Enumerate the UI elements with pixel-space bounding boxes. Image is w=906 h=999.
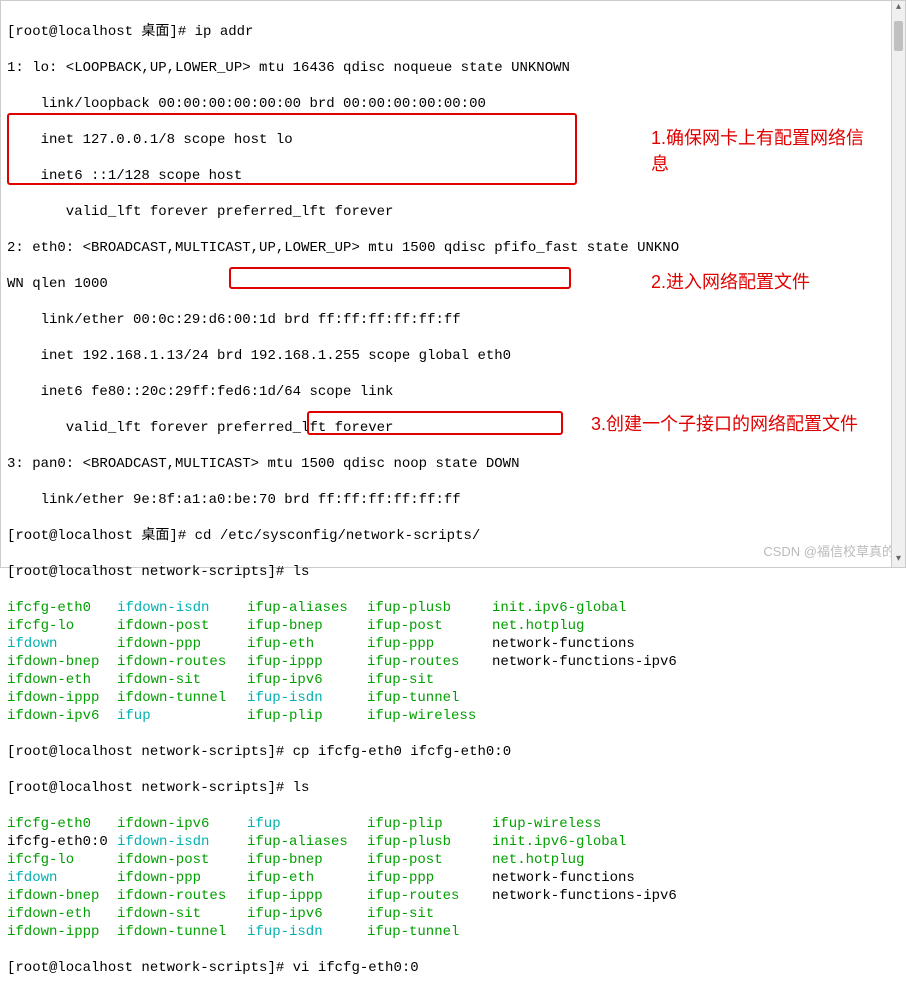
annotation-1: 1.确保网卡上有配置网络信息: [651, 125, 881, 177]
ls-entry: ifdown-post: [117, 851, 247, 869]
ls-entry: ifup-aliases: [247, 599, 367, 617]
ls-entry: ifup-wireless: [492, 815, 692, 833]
ls-entry: ifdown-ppp: [117, 869, 247, 887]
ls-entry: ifdown-ippp: [7, 689, 117, 707]
ls-entry: ifdown-ippp: [7, 923, 117, 941]
ls-entry: network-functions-ipv6: [492, 887, 692, 905]
ls-entry: ifup-aliases: [247, 833, 367, 851]
scroll-down-icon[interactable]: ▾: [892, 553, 905, 567]
ls-entry: ifup: [247, 815, 367, 833]
ls-entry: ifdown-ipv6: [7, 707, 117, 725]
ls-entry: ifdown-isdn: [117, 599, 247, 617]
out-line: valid_lft forever preferred_lft forever: [7, 203, 899, 221]
ls-entry: ifup-routes: [367, 887, 492, 905]
ls-entry: ifup-routes: [367, 653, 492, 671]
ls-entry: ifdown: [7, 635, 117, 653]
ls-entry: ifup-plusb: [367, 833, 492, 851]
ls-entry: ifup-plip: [367, 815, 492, 833]
ls-entry: ifcfg-eth0: [7, 815, 117, 833]
ls-entry: ifup-bnep: [247, 851, 367, 869]
ls-entry: ifcfg-eth0:0: [7, 833, 117, 851]
ls-entry: ifdown-ipv6: [117, 815, 247, 833]
ls-output-2: ifcfg-eth0ifdown-ipv6ifupifup-plipifup-w…: [7, 815, 899, 941]
annotation-3: 3.创建一个子接口的网络配置文件: [591, 411, 891, 437]
out-line: inet6 fe80::20c:29ff:fed6:1d/64 scope li…: [7, 383, 899, 401]
ls-entry: ifdown-tunnel: [117, 689, 247, 707]
ls-entry: ifup-eth: [247, 869, 367, 887]
ls-entry: ifup-ipv6: [247, 671, 367, 689]
ls-entry: ifup-post: [367, 617, 492, 635]
ls-entry: ifup-ippp: [247, 887, 367, 905]
ls-entry: ifdown-tunnel: [117, 923, 247, 941]
ls-entry: ifdown-sit: [117, 671, 247, 689]
vertical-scrollbar[interactable]: ▴ ▾: [891, 1, 905, 567]
ls-entry: ifup-ipv6: [247, 905, 367, 923]
ls-entry: ifdown-bnep: [7, 887, 117, 905]
ls-entry: init.ipv6-global: [492, 833, 692, 851]
ls-entry: ifdown-sit: [117, 905, 247, 923]
ls-entry: ifdown: [7, 869, 117, 887]
out-line: 3: pan0: <BROADCAST,MULTICAST> mtu 1500 …: [7, 455, 899, 473]
out-line: inet 192.168.1.13/24 brd 192.168.1.255 s…: [7, 347, 899, 365]
out-line: link/loopback 00:00:00:00:00:00 brd 00:0…: [7, 95, 899, 113]
scroll-thumb[interactable]: [894, 21, 903, 51]
watermark-text: CSDN @福信校草真的: [763, 543, 895, 561]
ls-entry: ifup-tunnel: [367, 923, 492, 941]
ls-entry: ifdown-bnep: [7, 653, 117, 671]
ls-entry: ifup-isdn: [247, 923, 367, 941]
ls-entry: network-functions: [492, 869, 692, 887]
ls-entry: ifup-bnep: [247, 617, 367, 635]
ls-entry: network-functions-ipv6: [492, 653, 692, 671]
ls-entry: ifup-ippp: [247, 653, 367, 671]
ls-entry: ifup-ppp: [367, 869, 492, 887]
out-line: link/ether 9e:8f:a1:a0:be:70 brd ff:ff:f…: [7, 491, 899, 509]
out-line: 1: lo: <LOOPBACK,UP,LOWER_UP> mtu 16436 …: [7, 59, 899, 77]
ls-entry: init.ipv6-global: [492, 599, 692, 617]
prompt-line: [root@localhost 桌面]# ip addr: [7, 23, 899, 41]
ls-entry: ifup-tunnel: [367, 689, 492, 707]
ls-entry: ifup-sit: [367, 905, 492, 923]
prompt-line: [root@localhost network-scripts]# cp ifc…: [7, 743, 899, 761]
ls-entry: ifcfg-lo: [7, 617, 117, 635]
ls-entry: ifup-wireless: [367, 707, 492, 725]
ls-entry: ifup-plip: [247, 707, 367, 725]
ls-entry: ifdown-post: [117, 617, 247, 635]
ls-entry: ifdown-routes: [117, 653, 247, 671]
ls-entry: net.hotplug: [492, 851, 692, 869]
prompt-line: [root@localhost network-scripts]# ls: [7, 779, 899, 797]
ls-entry: ifdown-eth: [7, 671, 117, 689]
ls-entry: ifup-ppp: [367, 635, 492, 653]
ls-entry: ifup-isdn: [247, 689, 367, 707]
scroll-up-icon[interactable]: ▴: [892, 1, 905, 15]
ls-entry: ifup: [117, 707, 247, 725]
ls-entry: ifdown-routes: [117, 887, 247, 905]
ls-entry: ifcfg-lo: [7, 851, 117, 869]
ls-entry: ifcfg-eth0: [7, 599, 117, 617]
ls-entry: ifup-sit: [367, 671, 492, 689]
prompt-line: [root@localhost network-scripts]# vi ifc…: [7, 959, 899, 977]
ls-entry: ifup-eth: [247, 635, 367, 653]
ls-entry: ifup-post: [367, 851, 492, 869]
ls-entry: ifdown-eth: [7, 905, 117, 923]
ls-entry: ifup-plusb: [367, 599, 492, 617]
ls-entry: network-functions: [492, 635, 692, 653]
prompt-line: [root@localhost network-scripts]# ls: [7, 563, 899, 581]
ls-entry: ifdown-isdn: [117, 833, 247, 851]
ls-entry: ifdown-ppp: [117, 635, 247, 653]
out-line: link/ether 00:0c:29:d6:00:1d brd ff:ff:f…: [7, 311, 899, 329]
out-line: 2: eth0: <BROADCAST,MULTICAST,UP,LOWER_U…: [7, 239, 899, 257]
ls-entry: net.hotplug: [492, 617, 692, 635]
ls-output-1: ifcfg-eth0ifdown-isdnifup-aliasesifup-pl…: [7, 599, 899, 725]
annotation-2: 2.进入网络配置文件: [651, 269, 881, 295]
